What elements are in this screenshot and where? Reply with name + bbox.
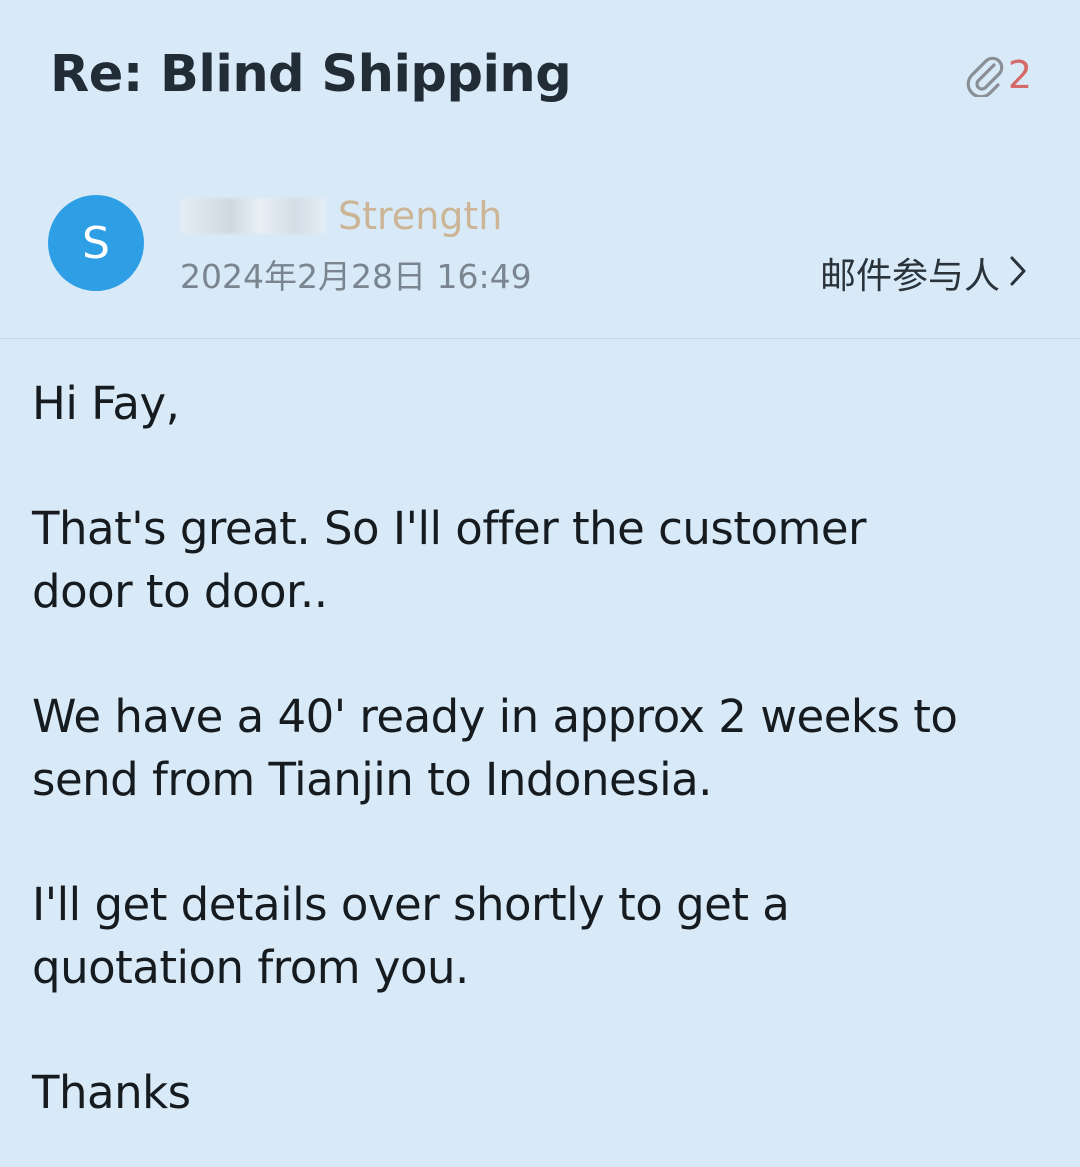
participants-label: 邮件参与人 [819,256,1000,297]
body-paragraph: We have a 40' ready in approx 2 weeks to… [32,690,958,806]
header-divider [0,338,1080,339]
email-subject-bar: Re: Blind Shipping 2 [0,0,1080,150]
paperclip-icon [964,53,1006,97]
email-body: Hi Fay, That's great. So I'll offer the … [32,372,1062,1124]
email-subject: Re: Blind Shipping [50,45,572,104]
sender-block: S Strength 2024年2月28日 16:49 邮件参与人 [0,180,1080,338]
body-paragraph: I'll get details over shortly to get a q… [32,878,790,994]
redacted-sender-address [180,198,325,234]
avatar[interactable]: S [48,195,144,291]
body-paragraph: That's great. So I'll offer the customer… [32,502,867,618]
chevron-right-icon [1008,252,1028,302]
body-greeting: Hi Fay, [32,377,180,430]
body-signoff: Thanks [32,1066,191,1119]
sent-timestamp: 2024年2月28日 16:49 [180,257,532,296]
sender-name[interactable]: Strength [338,190,502,242]
attachments-button[interactable]: 2 [964,50,1032,100]
avatar-letter: S [82,217,110,269]
attachment-count: 2 [1007,53,1032,97]
participants-link[interactable]: 邮件参与人 [820,252,1028,302]
